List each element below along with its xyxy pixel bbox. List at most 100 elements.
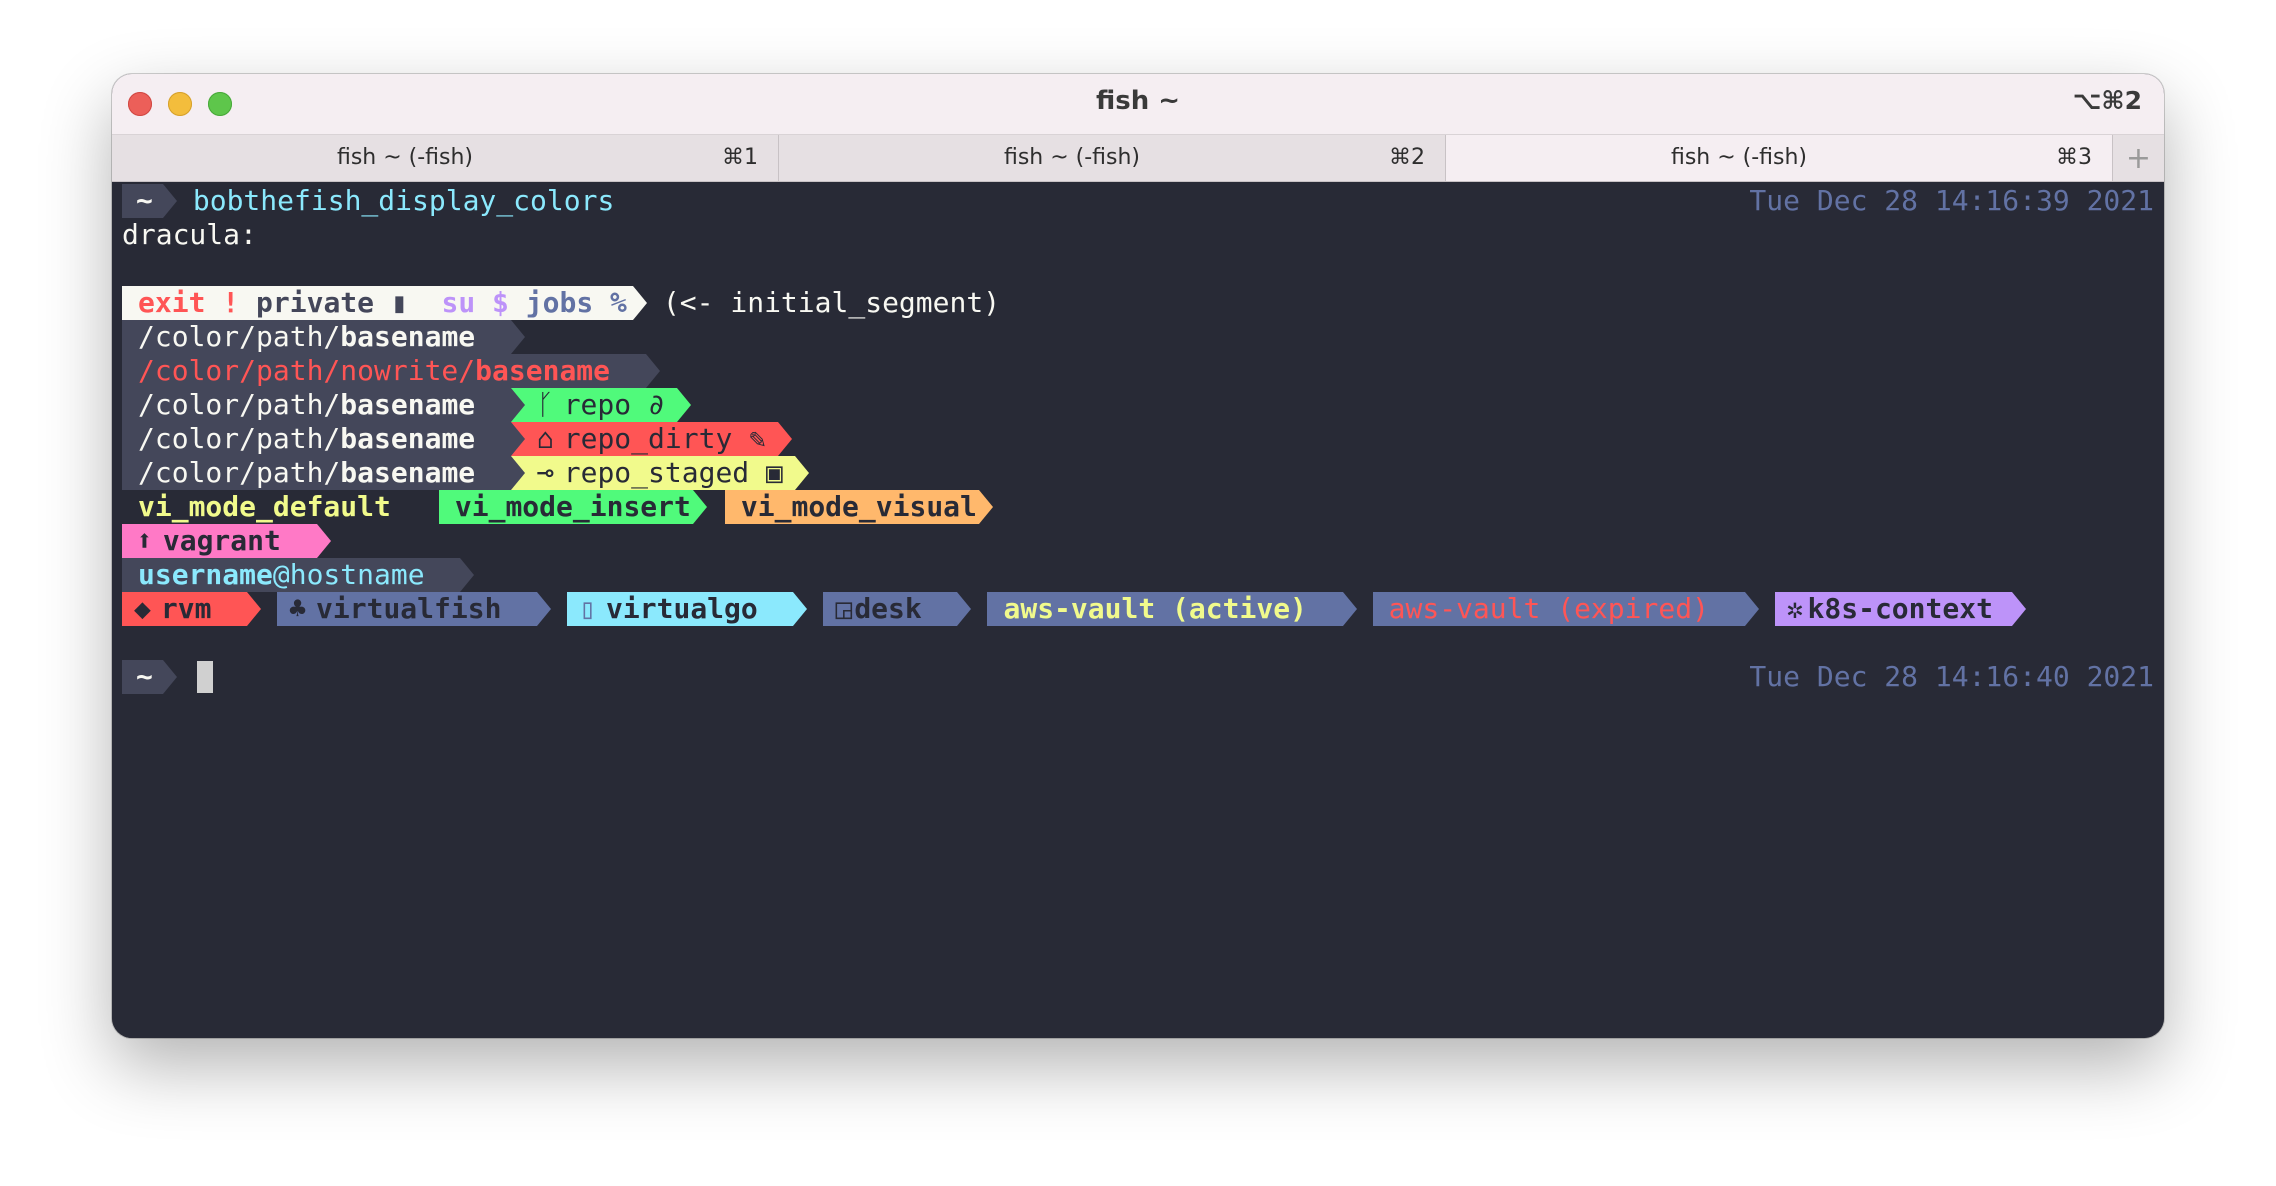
terminal-content[interactable]: ~ bobthefish_display_colors Tue Dec 28 1… [112,182,2164,1038]
desk-icon: ◲ [835,592,853,625]
segment-arrow [316,524,331,558]
repo-segment: ᚴ repo ∂ [524,388,677,422]
vi-mode-line: vi_mode_default vi_mode_insert vi_mode_v… [122,490,993,524]
su-label: su $ [441,286,509,319]
repo-label: repo [563,388,632,421]
title-bar[interactable]: fish ~ ⌥⌘2 [112,74,2164,135]
repo-dirty-label: repo_dirty [563,422,733,455]
tab-1-shortcut: ⌘1 [722,145,758,170]
nowrite-basename: basename [475,354,611,387]
vagrant-line: ⬆ vagrant [122,524,331,558]
prompt-dir-segment: ~ [122,184,163,218]
aws-vault-active-segment: aws-vault (active) [987,592,1343,626]
segment-arrow [1744,592,1759,626]
user-line: username@hostname [122,558,475,592]
private-label: private [256,286,375,319]
aws-vault-active-label: aws-vault (active) [1003,592,1307,625]
username: username [138,558,273,591]
path-basename: basename [340,388,476,421]
path-segment: /color/path/basename [122,320,511,354]
tag-icon: ⌂ [536,422,554,455]
segment-arrow [692,490,707,524]
new-tab-button[interactable]: + [2113,135,2164,181]
path-dirs: /color/path/ [138,422,341,455]
initial-segment-line: exit ! private ▮ su $ jobs % (<- initial… [122,286,1000,320]
segment-arrow [957,592,972,626]
pencil-icon: ✎ [749,422,767,455]
segment-arrow [1342,592,1357,626]
fish-icon: ♣ [289,592,307,625]
repo-staged-segment: ⊸ repo_staged ▣ [524,456,795,490]
exit-status: exit ! [138,286,240,319]
segment-arrow [510,320,525,354]
ruby-icon: ◆ [134,592,151,625]
helm-wheel-icon: ✲ [1786,592,1804,625]
rvm-segment: ◆ rvm [122,592,248,626]
prompt-dir-segment: ~ [122,660,163,694]
tab-2[interactable]: fish ~ (-fish) ⌘2 [779,135,1446,181]
vi-mode-insert-segment: vi_mode_insert [438,490,693,524]
path-line-repo-staged: /color/path/basename ⊸ repo_staged ▣ [122,456,809,490]
segment-arrow [510,422,525,456]
segment-arrow [778,422,793,456]
commit-icon: ⊸ [536,456,554,489]
hostname: @hostname [272,558,425,591]
tab-3-label: fish ~ (-fish) [1670,145,1808,170]
path-line-repo-dirty: /color/path/basename ⌂ repo_dirty ✎ [122,422,793,456]
vagrant-label: vagrant [162,524,281,557]
vagrant-segment: ⬆ vagrant [122,524,317,558]
timestamp-2: Tue Dec 28 14:16:40 2021 [1749,660,2154,693]
tab-3[interactable]: fish ~ (-fish) ⌘3 [1446,135,2113,181]
path-line-nowrite: /color/path/nowrite/basename [122,354,660,388]
window-shortcut: ⌥⌘2 [2072,86,2142,115]
segment-arrow [162,184,177,218]
paperclip-icon: ∂ [647,388,665,421]
segment-arrow [162,660,177,694]
tab-bar: fish ~ (-fish) ⌘1 fish ~ (-fish) ⌘2 fish… [112,135,2164,182]
tab-2-label: fish ~ (-fish) [1003,145,1141,170]
desk-label: desk [854,592,922,625]
prompt-line-1: ~ bobthefish_display_colors [122,184,614,218]
segment-arrow [537,592,552,626]
segment-arrow [676,388,691,422]
jobs-label: jobs % [525,286,627,319]
path-segment: /color/path/basename [122,388,511,422]
segment-arrow [632,286,647,320]
nowrite-path-segment: /color/path/nowrite/basename [122,354,646,388]
vi-mode-default-segment: vi_mode_default [122,490,393,524]
prompt-line-2[interactable]: ~ [122,660,213,694]
arrow-up-icon: ⬆ [136,524,153,557]
theme-label: dracula: [122,218,257,251]
tab-3-shortcut: ⌘3 [2056,145,2092,170]
text-cursor[interactable] [196,661,213,693]
path-dirs: /color/path/ [138,456,341,489]
segment-arrow [793,592,808,626]
desk-segment: ◲desk [823,592,958,626]
segment-arrow [510,388,525,422]
segment-arrow [978,490,993,524]
virtualgo-segment: ▯ virtualgo [567,592,794,626]
path-basename: basename [340,422,476,455]
tab-1[interactable]: fish ~ (-fish) ⌘1 [112,135,779,181]
user-segment: username@hostname [122,558,461,592]
segment-arrow [247,592,262,626]
initial-segment-note: (<- initial_segment) [662,286,1001,319]
path-dirs: /color/path/ [138,320,341,353]
k8s-context-label: k8s-context [1807,592,1993,625]
command-text: bobthefish_display_colors [192,184,615,217]
timestamp-1: Tue Dec 28 14:16:39 2021 [1749,184,2154,217]
path-dirs: /color/path/ [138,388,341,421]
path-line-1: /color/path/basename [122,320,525,354]
path-basename: basename [340,456,476,489]
segment-arrow [2011,592,2026,626]
segment-arrow [460,558,475,592]
path-segment: /color/path/basename [122,422,511,456]
window-title: fish ~ [1095,86,1181,116]
tab-1-label: fish ~ (-fish) [336,145,474,170]
repo-dirty-segment: ⌂ repo_dirty ✎ [524,422,779,456]
env-segments-line: ◆ rvm ♣ virtualfish ▯ virtualgo ◲desk aws-v… [122,592,2026,626]
virtualfish-label: virtualfish [316,592,502,625]
branch-icon: ᚴ [536,388,554,421]
lock-icon: ▮ [390,286,408,319]
aws-vault-expired-label: aws-vault (expired) [1388,592,1709,625]
